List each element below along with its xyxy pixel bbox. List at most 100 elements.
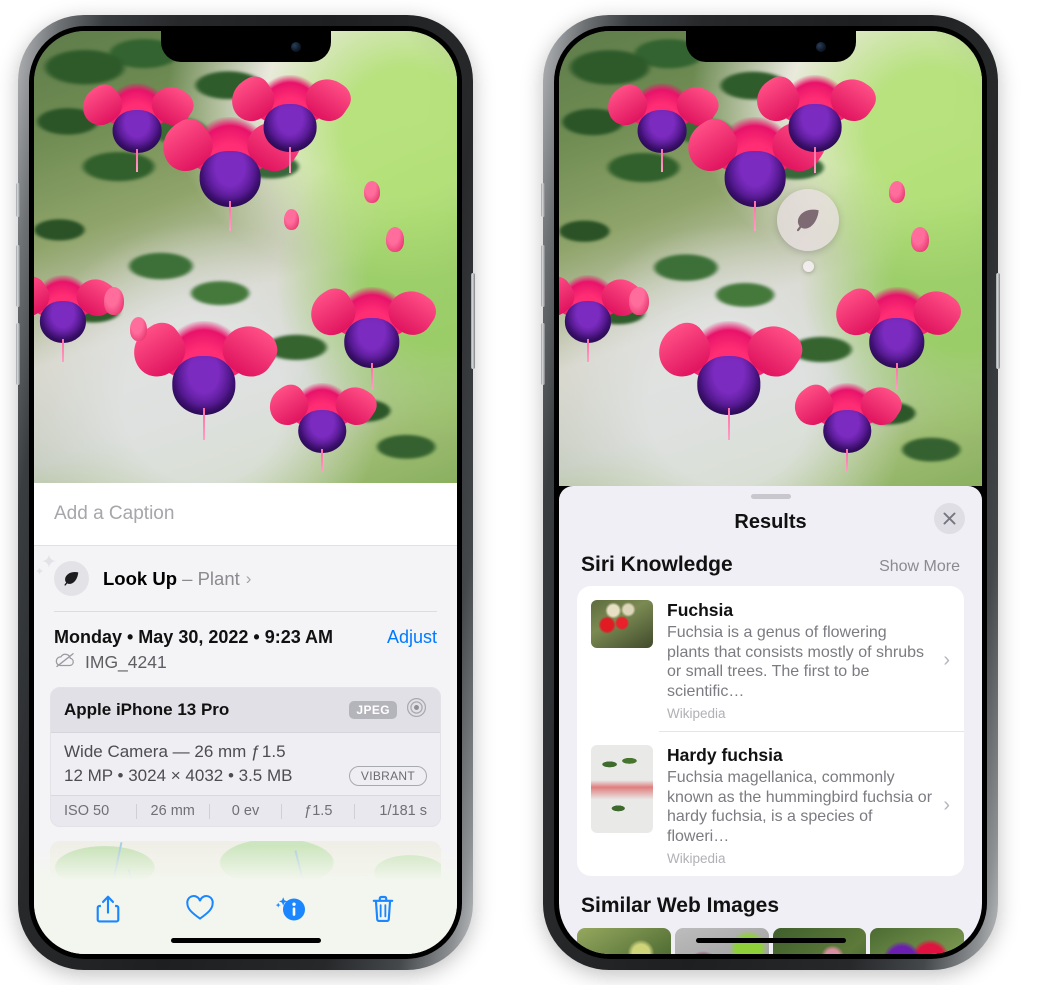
look-up-title: Look Up [103, 567, 177, 589]
visual-lookup-anchor-dot [803, 261, 814, 272]
home-indicator[interactable] [170, 938, 321, 943]
photo-date: Monday • May 30, 2022 • 9:23 AM [54, 627, 334, 647]
fuchsia-bloom [811, 383, 883, 472]
exif-ev: 0 ev [231, 803, 260, 819]
share-button[interactable] [62, 894, 154, 924]
photo-filename: IMG_4241 [85, 652, 167, 672]
flower-bud [629, 287, 649, 315]
look-up-dash: – [182, 567, 193, 589]
favorite-button[interactable] [154, 894, 246, 922]
show-more-button[interactable]: Show More [879, 558, 960, 576]
look-up-subject: Plant [197, 567, 240, 589]
cloud-slash-icon [54, 652, 76, 673]
notch [160, 31, 331, 62]
delete-button[interactable] [337, 894, 429, 924]
front-camera-icon [815, 42, 826, 52]
chevron-right-icon: › [943, 649, 950, 672]
exif-iso: ISO 50 [64, 803, 110, 819]
similar-web-images-title: Similar Web Images [581, 894, 780, 918]
camera-model: Apple iPhone 13 Pro [64, 700, 230, 719]
home-indicator[interactable] [695, 938, 846, 943]
volume-down-button[interactable] [16, 323, 20, 385]
flower-bud [911, 227, 929, 252]
camera-info-card: Apple iPhone 13 Pro JPEG Wide Camera — 2… [50, 687, 441, 827]
right-screen: Results Siri Knowledge Show More Fuchsia… [559, 31, 982, 954]
fuchsia-bloom [156, 321, 252, 440]
info-button[interactable] [246, 894, 338, 924]
result-title: Hardy fuchsia [667, 745, 783, 766]
fuchsia-bloom [855, 287, 939, 390]
aperture-icon [406, 697, 427, 723]
volume-up-button[interactable] [541, 245, 545, 307]
visual-lookup-leaf-badge[interactable] [777, 189, 839, 251]
flower-bud [364, 181, 380, 203]
toolbar-fade [34, 846, 457, 880]
image-specs: 12 MP • 3024 × 4032 • 3.5 MB [64, 766, 293, 785]
photo-viewer[interactable] [34, 31, 457, 483]
leaf-icon: ✦ ✦ [35, 553, 89, 596]
result-text: Fuchsia Fuchsia is a genus of flowering … [667, 600, 941, 721]
result-thumbnail [591, 745, 653, 834]
camera-card-header: Apple iPhone 13 Pro JPEG [51, 688, 440, 733]
chevron-right-icon: › [943, 794, 950, 817]
volume-up-button[interactable] [16, 245, 20, 307]
adjust-button[interactable]: Adjust [387, 627, 437, 648]
fuchsia-bloom [681, 321, 777, 440]
flower-bud [889, 181, 905, 203]
result-title: Fuchsia [667, 600, 734, 620]
format-badge: JPEG [349, 701, 397, 719]
flower-bud [284, 209, 299, 230]
mute-switch[interactable] [16, 183, 20, 217]
exif-shutter: 1/181 s [379, 803, 427, 819]
photo-info-sheet: Add a Caption ✦ ✦ Look Up – Plant › Mond… [34, 483, 457, 954]
fuchsia-bloom [34, 275, 98, 362]
caption-field-row[interactable]: Add a Caption [34, 483, 457, 546]
exif-focal: 26 mm [150, 803, 195, 819]
list-item[interactable]: Hardy fuchsia Fuchsia magellanica, commo… [577, 731, 964, 876]
date-row: Monday • May 30, 2022 • 9:23 AM Adjust [34, 611, 457, 650]
list-item[interactable]: Fuchsia Fuchsia is a genus of flowering … [577, 586, 964, 731]
screenshot-root: Add a Caption ✦ ✦ Look Up – Plant › Mond… [0, 0, 1055, 985]
result-source: Wikipedia [667, 706, 726, 722]
result-description: Fuchsia is a genus of flowering plants t… [667, 624, 924, 700]
fuchsia-bloom [250, 75, 330, 174]
camera-card-body: Wide Camera — 26 mm ƒ 1.5 12 MP • 3024 ×… [51, 733, 440, 795]
device-bezel: Add a Caption ✦ ✦ Look Up – Plant › Mond… [29, 26, 462, 959]
results-title: Results [734, 510, 807, 533]
iphone-right: Results Siri Knowledge Show More Fuchsia… [541, 15, 1000, 970]
fuchsia-bloom [286, 383, 358, 472]
web-image-thumbnail[interactable] [870, 928, 964, 954]
left-screen: Add a Caption ✦ ✦ Look Up – Plant › Mond… [34, 31, 457, 954]
result-source: Wikipedia [667, 851, 726, 867]
siri-knowledge-card: Fuchsia Fuchsia is a genus of flowering … [577, 586, 964, 877]
results-header: Results [559, 499, 982, 545]
device-bezel: Results Siri Knowledge Show More Fuchsia… [554, 26, 987, 959]
volume-down-button[interactable] [541, 323, 545, 385]
photo-viewer[interactable] [559, 31, 982, 486]
power-button[interactable] [996, 273, 1000, 369]
flower-bud [386, 227, 404, 252]
caption-placeholder[interactable]: Add a Caption [54, 503, 174, 525]
sparkle-small-icon: ✦ [35, 566, 45, 578]
result-description: Fuchsia magellanica, commonly known as t… [667, 769, 933, 845]
look-up-label: Look Up – Plant [103, 568, 240, 590]
result-text: Hardy fuchsia Fuchsia magellanica, commo… [667, 745, 941, 866]
result-thumbnail [591, 600, 653, 648]
lens-info: Wide Camera — 26 mm ƒ 1.5 [64, 742, 286, 761]
specs-row: 12 MP • 3024 × 4032 • 3.5 MB VIBRANT [64, 766, 427, 786]
mute-switch[interactable] [541, 183, 545, 217]
exif-aperture: ƒ1.5 [304, 803, 333, 819]
filename-row: IMG_4241 [34, 650, 457, 685]
chevron-right-icon: › [245, 568, 252, 588]
notch [685, 31, 856, 62]
iphone-left: Add a Caption ✦ ✦ Look Up – Plant › Mond… [16, 15, 475, 970]
exif-row: ISO 50 26 mm 0 ev ƒ1.5 1/181 s [51, 795, 440, 826]
fuchsia-bloom [559, 275, 623, 362]
close-icon[interactable] [934, 503, 965, 534]
look-up-row[interactable]: ✦ ✦ Look Up – Plant › [34, 546, 457, 611]
fuchsia-bloom [330, 287, 414, 390]
results-sheet: Results Siri Knowledge Show More Fuchsia… [559, 486, 982, 954]
siri-knowledge-title: Siri Knowledge [581, 553, 733, 576]
web-image-thumbnail[interactable] [577, 928, 671, 954]
power-button[interactable] [471, 273, 475, 369]
